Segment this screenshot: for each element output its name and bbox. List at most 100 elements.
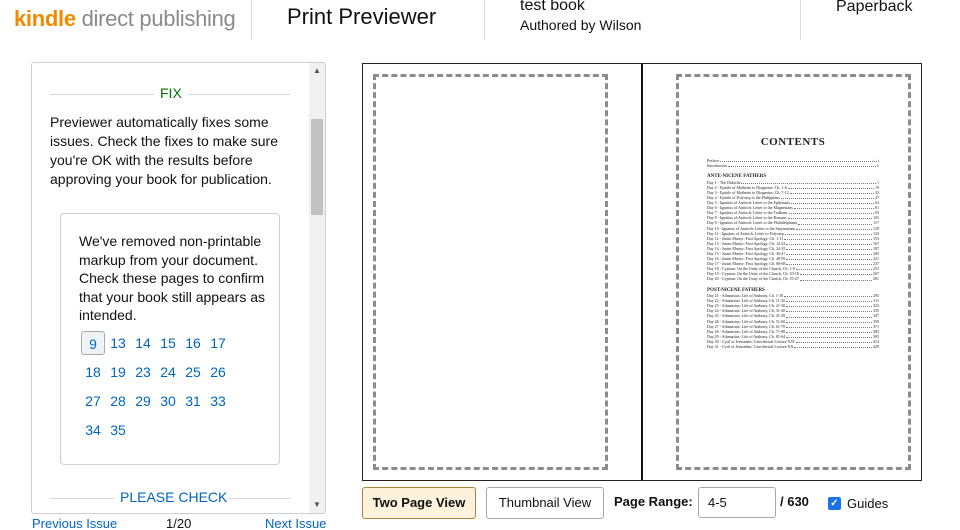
toc-dot-leader	[727, 163, 876, 168]
scroll-up-arrow-icon[interactable]: ▲	[309, 63, 325, 79]
toc-dot-leader	[799, 276, 872, 281]
thumbnail-view-button[interactable]: Thumbnail View	[486, 487, 604, 519]
toc-dot-leader	[796, 226, 872, 230]
affected-page-link[interactable]: 16	[181, 331, 205, 355]
toc-dot-leader	[784, 236, 872, 240]
affected-page-link[interactable]: 24	[156, 360, 180, 384]
toc-dot-leader	[786, 246, 872, 250]
toc-dot-leader	[786, 241, 872, 245]
heading-rule	[188, 94, 290, 95]
affected-page-link[interactable]: 14	[131, 331, 155, 355]
toc-dot-leader	[795, 266, 872, 271]
please-check-label[interactable]: PLEASE CHECK	[120, 489, 227, 505]
affected-page-link[interactable]: 19	[106, 360, 130, 384]
toc-entry-title: Day 31 - Cyril of Jerusalem: Catechetica…	[707, 344, 794, 349]
toc-dot-leader	[786, 324, 872, 328]
page-range-input[interactable]	[698, 487, 776, 518]
toc-dot-leader	[788, 210, 874, 215]
toc-dot-leader	[784, 293, 872, 298]
toc-dot-leader	[786, 308, 872, 313]
toc-dot-leader	[790, 200, 874, 205]
toc-dot-leader	[786, 298, 873, 303]
affected-page-link[interactable]: 25	[181, 360, 205, 384]
left-page-trim-guide	[373, 74, 608, 470]
heading-rule	[228, 498, 290, 499]
affected-page-link[interactable]: 34	[81, 418, 105, 442]
toc-dot-leader	[787, 185, 874, 189]
toc-entry: Day 31 - Cyril of Jerusalem: Catechetica…	[707, 344, 879, 349]
toc-dot-leader	[789, 190, 874, 194]
affected-page-link[interactable]: 30	[156, 389, 180, 413]
toc-dot-leader	[786, 261, 872, 266]
toc-dot-leader	[741, 180, 876, 184]
toc-dot-leader	[795, 339, 872, 343]
book-author: Authored by Wilson	[520, 17, 642, 33]
toc-dot-leader	[720, 158, 877, 163]
toc-entry-page: 429	[873, 344, 879, 349]
previous-issue-link[interactable]: Previous Issue	[32, 516, 117, 530]
toc-dot-leader	[786, 251, 872, 256]
logo-rest-text: direct publishing	[75, 6, 236, 31]
header-divider	[484, 0, 485, 40]
header-divider	[800, 0, 801, 40]
toc-dot-leader	[784, 231, 872, 235]
heading-rule	[50, 94, 154, 95]
fix-heading-label: FIX	[160, 85, 182, 101]
affected-page-link[interactable]: 28	[106, 389, 130, 413]
issues-panel: FIX Previewer automatically fixes some i…	[31, 62, 326, 514]
affected-page-link[interactable]: 18	[81, 360, 105, 384]
affected-page-link[interactable]: 33	[206, 389, 230, 413]
page-total: / 630	[780, 494, 809, 509]
page-range-label: Page Range:	[614, 494, 693, 509]
toc-dot-leader	[798, 220, 873, 225]
affected-page-link[interactable]: 17	[206, 331, 230, 355]
fix-section-heading: FIX	[50, 85, 290, 103]
markup-removed-notice: We've removed non-printable markup from …	[60, 213, 280, 465]
next-issue-link[interactable]: Next Issue	[265, 516, 326, 530]
affected-page-link[interactable]: 23	[131, 360, 155, 384]
toc-dot-leader	[786, 256, 872, 261]
kdp-logo[interactable]: kindle direct publishing	[14, 6, 236, 32]
toc-dot-leader	[794, 344, 872, 349]
toc-dot-leader	[786, 329, 872, 333]
guides-label[interactable]: Guides	[847, 496, 888, 511]
please-check-section-heading: PLEASE CHECK	[50, 489, 290, 507]
toc-title: CONTENTS	[760, 136, 826, 148]
affected-page-link[interactable]: 26	[206, 360, 230, 384]
affected-page-link[interactable]: 15	[156, 331, 180, 355]
toc-dot-leader	[799, 271, 872, 276]
two-page-view-button[interactable]: Two Page View	[362, 487, 476, 519]
app-title: Print Previewer	[287, 4, 437, 29]
affected-page-link[interactable]: 35	[106, 418, 130, 442]
scroll-down-arrow-icon[interactable]: ▼	[309, 497, 325, 513]
affected-page-link[interactable]: 27	[81, 389, 105, 413]
affected-page-link[interactable]: 13	[106, 331, 130, 355]
book-format: Paperback	[836, 0, 913, 15]
toc-dot-leader	[786, 303, 872, 308]
book-title: test book	[520, 0, 585, 14]
affected-page-link[interactable]: 29	[131, 389, 155, 413]
issue-counter: 1/20	[166, 516, 192, 530]
toc-entry-page: 281	[873, 276, 879, 282]
guides-checkbox[interactable]: ✓	[828, 497, 841, 510]
toc-section-heading: POST-NICENE FATHERS	[707, 287, 765, 293]
toc-dot-leader	[793, 205, 874, 210]
toc-entry: Introduction v	[707, 163, 879, 168]
book-spine	[641, 64, 643, 480]
table-of-contents-page: CONTENTS Preface i Introduction v ANTE-NICEN…	[707, 136, 879, 349]
toc-section-heading: ANTE-NICENE FATHERS	[707, 174, 767, 180]
panel-scrollbar[interactable]: ▲ ▼	[309, 63, 325, 513]
heading-rule	[50, 498, 114, 499]
scroll-thumb[interactable]	[311, 119, 323, 215]
notice-text: We've removed non-printable markup from …	[79, 233, 265, 323]
book-preview[interactable]: CONTENTS Preface i Introduction v ANTE-NICEN…	[362, 63, 922, 481]
affected-page-link[interactable]: 9	[81, 331, 105, 355]
fix-description: Previewer automatically fixes some issue…	[50, 114, 278, 187]
logo-kindle-text: kindle	[14, 6, 76, 31]
toc-entry-title: Introduction	[707, 163, 727, 169]
toc-dot-leader	[786, 319, 872, 323]
toc-dot-leader	[780, 195, 874, 200]
affected-page-link[interactable]: 31	[181, 389, 205, 413]
toc-entry-page: v	[877, 163, 879, 169]
toc-entry: Day 20 - Cyprian: On the Unity of the Ch…	[707, 276, 879, 281]
